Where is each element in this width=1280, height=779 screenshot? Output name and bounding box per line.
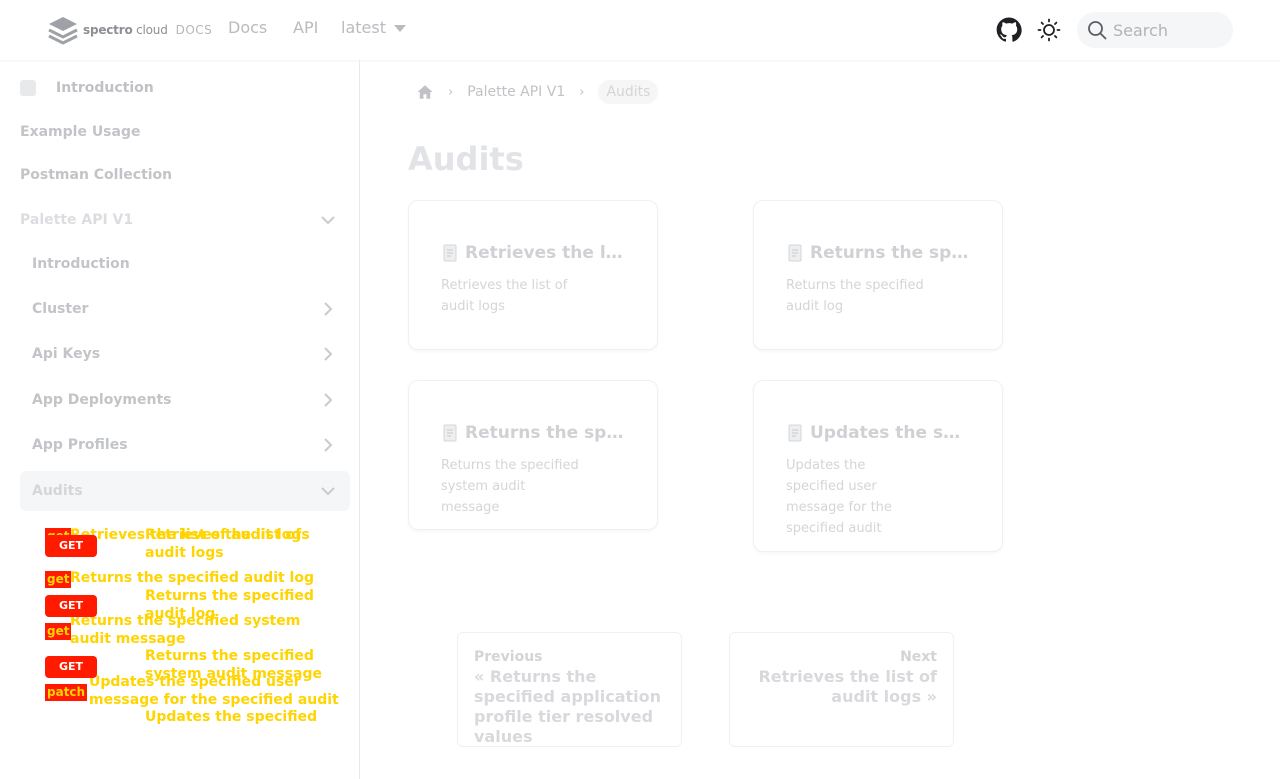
sidebar-item-label: Api Keys <box>32 346 101 362</box>
sidebar-item-app-deployments[interactable]: App Deployments <box>32 380 350 420</box>
doc-card-updates-user-message[interactable]: Updates the speci… Updates the specified… <box>753 380 1003 552</box>
endpoint-prefix-2: get <box>45 571 72 588</box>
breadcrumb-item[interactable]: Palette API V1 <box>467 84 565 100</box>
pager-title: Retrieves the list of audit logs » <box>758 667 937 706</box>
sidebar-item-api-introduction[interactable]: Introduction <box>32 244 350 284</box>
document-icon <box>20 80 36 96</box>
document-icon <box>788 244 802 262</box>
breadcrumb-current: Audits <box>598 80 659 104</box>
breadcrumb: › Palette API V1 › Audits <box>416 80 659 104</box>
chevron-right-icon[interactable] <box>320 346 336 362</box>
endpoint-prefix-4: patch <box>45 684 88 701</box>
home-icon[interactable] <box>416 83 434 101</box>
brand-name: spectro cloud <box>83 23 168 37</box>
pagination-previous[interactable]: Previous « Returns the specified applica… <box>457 632 682 747</box>
page-title: Audits <box>408 140 524 178</box>
top-navbar: spectro cloud DOCS Docs API latest <box>0 0 1280 60</box>
sidebar-item-audits[interactable]: Audits <box>20 471 350 511</box>
breadcrumb-separator-icon: › <box>448 84 454 100</box>
pager-title: « Returns the specified application prof… <box>474 667 661 746</box>
card-description: Updates the specified user message for t… <box>786 458 892 536</box>
sidebar-item-label: App Profiles <box>32 437 128 453</box>
sidebar-item-label: App Deployments <box>32 392 172 408</box>
spectro-logo-icon <box>48 17 78 45</box>
doc-card-retrieves-audit-logs[interactable]: Retrieves the list o… Retrieves the list… <box>408 200 658 350</box>
endpoint-title-3[interactable]: Returns the specified system audit messa… <box>145 647 335 683</box>
card-title: Updates the speci… <box>786 423 970 443</box>
chevron-down-icon[interactable] <box>320 212 336 228</box>
sidebar-item-label: Cluster <box>32 301 89 317</box>
sidebar-item-app-profiles[interactable]: App Profiles <box>32 425 350 465</box>
sidebar-item-label: Palette API V1 <box>20 212 134 228</box>
doc-card-returns-audit-log[interactable]: Returns the specif… Returns the specifie… <box>753 200 1003 350</box>
doc-card-returns-system-audit-message[interactable]: Returns the specif… Returns the specifie… <box>408 380 658 530</box>
search-bar[interactable] <box>1077 12 1233 48</box>
search-icon <box>1088 21 1107 40</box>
document-icon <box>443 244 457 262</box>
chevron-down-icon[interactable] <box>320 483 336 499</box>
sidebar-item-label: Example Usage <box>20 124 141 140</box>
nav-api-link[interactable]: API <box>293 18 318 37</box>
endpoint-prefix-3: get <box>45 623 72 640</box>
chevron-right-icon[interactable] <box>320 301 336 317</box>
sidebar-item-palette-api[interactable]: Palette API V1 <box>20 200 350 240</box>
sidebar-item-label: Audits <box>32 483 83 499</box>
sidebar-item-label: Introduction <box>32 256 130 272</box>
sidebar-item-introduction-top[interactable]: Introduction <box>20 68 350 108</box>
endpoint-title-2[interactable]: Returns the specified audit log <box>145 587 335 623</box>
search-input[interactable] <box>1113 20 1223 40</box>
audits-endpoint-list: get Retrieves the list of audit logs get… <box>45 525 345 725</box>
nav-docs-link[interactable]: Docs <box>228 18 267 37</box>
endpoint-title-1[interactable]: Retrieves the list of audit logs <box>145 526 335 562</box>
endpoint-method-badge-1: GET <box>45 535 97 557</box>
pager-label: Next <box>900 649 937 665</box>
chevron-right-icon[interactable] <box>320 392 336 408</box>
version-dropdown[interactable]: latest <box>341 18 406 37</box>
breadcrumb-separator-icon: › <box>579 84 585 100</box>
sidebar-item-label: Introduction <box>56 80 154 96</box>
github-icon[interactable] <box>996 17 1022 43</box>
version-label: latest <box>341 18 386 37</box>
document-icon <box>788 424 802 442</box>
card-title: Retrieves the list o… <box>441 243 625 263</box>
sidebar-item-example-usage[interactable]: Example Usage <box>20 112 350 152</box>
pager-label: Previous <box>474 649 543 665</box>
chevron-down-icon <box>393 25 406 32</box>
endpoint-method-badge-2: GET <box>45 595 97 617</box>
brand-logo-link[interactable]: spectro cloud DOCS <box>47 15 212 45</box>
endpoint-label-2[interactable]: Returns the specified audit log <box>70 569 340 587</box>
sidebar-item-cluster[interactable]: Cluster <box>32 289 350 329</box>
endpoint-title-4[interactable]: Updates the specified <box>145 708 335 725</box>
card-description: Returns the specified system audit messa… <box>441 458 579 515</box>
sidebar-item-label: Postman Collection <box>20 167 173 183</box>
card-title: Returns the specif… <box>786 243 970 263</box>
chevron-right-icon[interactable] <box>320 437 336 453</box>
sidebar-item-postman[interactable]: Postman Collection <box>20 155 350 195</box>
brand-docs-label: DOCS <box>175 23 213 37</box>
pagination-next[interactable]: Next Retrieves the list of audit logs » <box>729 632 954 747</box>
sidebar: Introduction Example Usage Postman Colle… <box>0 60 360 779</box>
card-description: Returns the specified audit log <box>786 278 924 314</box>
card-description: Retrieves the list of audit logs <box>441 278 568 314</box>
sidebar-item-api-keys[interactable]: Api Keys <box>32 334 350 374</box>
theme-toggle-sun-icon[interactable] <box>1037 18 1061 42</box>
endpoint-method-badge-3: GET <box>45 656 97 678</box>
document-icon <box>443 424 457 442</box>
card-title: Returns the specif… <box>441 423 625 443</box>
